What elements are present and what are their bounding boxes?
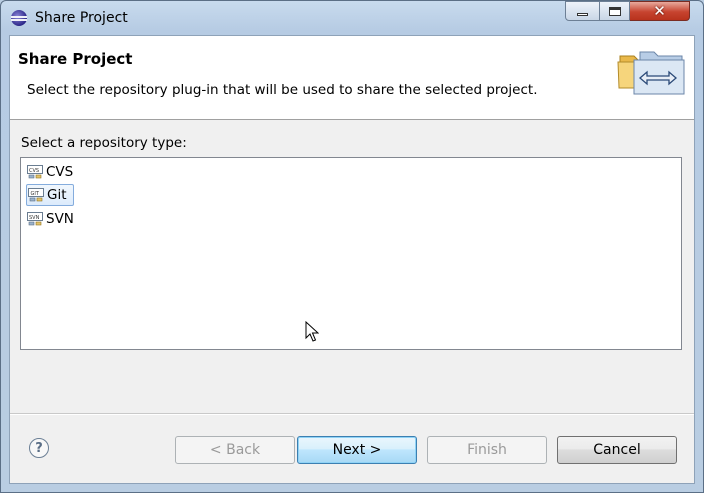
svg-text:GIT: GIT [31, 191, 40, 197]
svg-text:CVS: CVS [29, 168, 39, 174]
minimize-icon [577, 12, 588, 16]
svg-text:SVN: SVN [29, 215, 40, 221]
git-icon: GIT [28, 188, 44, 202]
button-bar-divider [10, 413, 694, 415]
finish-button[interactable]: Finish [427, 436, 547, 464]
list-item-label: Git [47, 187, 67, 203]
window-title: Share Project [35, 10, 128, 26]
cancel-button[interactable]: Cancel [557, 436, 677, 464]
page-title: Share Project [18, 50, 133, 68]
cvs-icon: CVS [27, 165, 43, 179]
repository-type-list[interactable]: CVS CVS GIT Git SVN SVN [20, 157, 682, 350]
list-item-cvs[interactable]: CVS CVS [26, 161, 79, 183]
list-item-label: CVS [46, 164, 74, 180]
list-item-git[interactable]: GIT Git [26, 184, 74, 206]
next-button[interactable]: Next > [297, 436, 417, 464]
title-bar[interactable]: Share Project ✕ [1, 1, 703, 35]
maximize-button[interactable] [600, 1, 630, 21]
dialog-client-area: Share Project Select the repository plug… [9, 35, 695, 484]
eclipse-app-icon [11, 10, 27, 26]
minimize-button[interactable] [565, 1, 600, 21]
maximize-icon [608, 6, 621, 16]
close-icon: ✕ [653, 1, 666, 20]
close-button[interactable]: ✕ [630, 1, 690, 21]
share-folders-icon [617, 51, 685, 95]
help-icon[interactable]: ? [29, 438, 49, 458]
list-item-label: SVN [46, 211, 74, 227]
repository-type-label: Select a repository type: [21, 135, 187, 151]
wizard-header: Share Project Select the repository plug… [10, 36, 694, 120]
page-description: Select the repository plug-in that will … [27, 82, 538, 98]
mouse-pointer-icon [305, 321, 319, 342]
list-item-svn[interactable]: SVN SVN [26, 208, 80, 230]
svn-icon: SVN [27, 212, 43, 226]
back-button[interactable]: < Back [175, 436, 295, 464]
share-project-window: Share Project ✕ Share Project Select the… [0, 0, 704, 493]
